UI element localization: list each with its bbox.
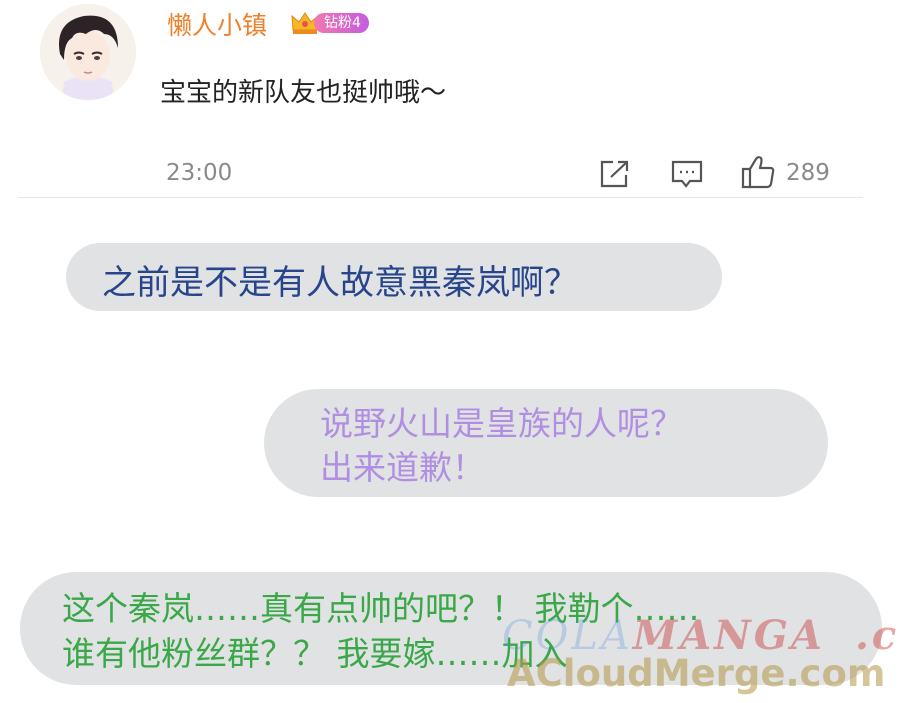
watermark-line-2: ACloudMerge.com — [507, 652, 886, 695]
chat-bubble-1-text: 之前是不是有人故意黑秦岚啊？ — [102, 263, 578, 303]
username[interactable]: 懒人小镇 — [167, 6, 267, 42]
chat-bubble-3-line-2: 谁有他粉丝群？？ 我要嫁……加入 — [62, 634, 568, 673]
divider — [18, 197, 863, 198]
chat-bubble-2: 说野火山是皇族的人呢？ 出来道歉！ — [264, 389, 828, 497]
like-icon[interactable] — [740, 154, 776, 190]
share-icon[interactable] — [598, 158, 632, 190]
chat-bubble-1: 之前是不是有人故意黑秦岚啊？ — [66, 243, 722, 311]
like-count: 289 — [786, 160, 830, 186]
comment-text: 宝宝的新队友也挺帅哦～ — [160, 78, 447, 108]
avatar[interactable] — [40, 4, 136, 100]
chat-bubble-2-line-1: 说野火山是皇族的人呢？ — [320, 404, 683, 443]
reply-icon[interactable] — [670, 158, 704, 190]
fan-badge[interactable]: 钻粉4 — [290, 10, 369, 36]
chat-bubble-2-line-2: 出来道歉！ — [320, 448, 485, 487]
comment-time: 23:00 — [166, 160, 233, 186]
badge-label: 钻粉4 — [314, 13, 369, 33]
